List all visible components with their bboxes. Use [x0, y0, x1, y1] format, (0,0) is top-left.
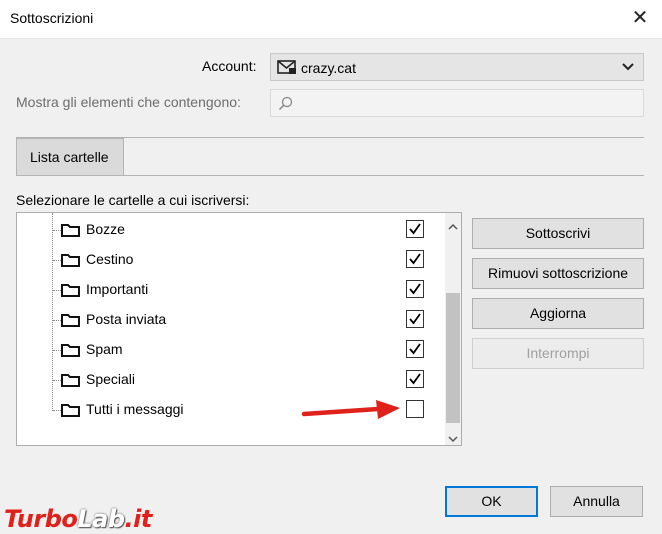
- folder-name: Speciali: [86, 371, 136, 387]
- title-bar: Sottoscrizioni ✕: [0, 0, 662, 38]
- subscribe-checkbox[interactable]: [406, 310, 424, 328]
- list-heading: Selezionare le cartelle a cui iscriversi…: [16, 192, 250, 208]
- folder-icon: [61, 342, 81, 361]
- vertical-scrollbar[interactable]: [445, 213, 461, 445]
- search-icon: [278, 96, 293, 111]
- scrollbar-thumb[interactable]: [446, 293, 460, 423]
- folder-name: Bozze: [86, 221, 125, 237]
- scroll-up-icon[interactable]: [448, 218, 458, 234]
- subscribe-checkbox[interactable]: [406, 250, 424, 268]
- subscribe-checkbox[interactable]: [406, 400, 424, 418]
- chevron-down-icon[interactable]: [621, 58, 635, 79]
- filter-label: Mostra gli elementi che contengono:: [16, 94, 241, 110]
- list-item[interactable]: Bozze: [17, 215, 441, 245]
- list-item[interactable]: Spam: [17, 335, 441, 365]
- folder-name: Spam: [86, 341, 123, 357]
- folder-icon: [61, 312, 81, 331]
- unsubscribe-button[interactable]: Rimuovi sottoscrizione: [472, 258, 644, 289]
- folder-name: Posta inviata: [86, 311, 167, 327]
- window-title: Sottoscrizioni: [10, 10, 94, 26]
- title-divider: [0, 38, 662, 39]
- folder-icon: [61, 402, 81, 421]
- scroll-down-icon[interactable]: [448, 430, 458, 445]
- refresh-button[interactable]: Aggiorna: [472, 298, 644, 329]
- list-item[interactable]: Importanti: [17, 275, 441, 305]
- folder-icon: [61, 252, 81, 271]
- mail-icon: [277, 59, 297, 78]
- folder-icon: [61, 372, 81, 391]
- search-input[interactable]: [270, 89, 644, 117]
- stop-button[interactable]: Interrompi: [472, 338, 644, 369]
- folder-icon: [61, 222, 81, 241]
- subscribe-button[interactable]: Sottoscrivi: [472, 218, 644, 249]
- list-item[interactable]: Posta inviata: [17, 305, 441, 335]
- folder-icon: [61, 282, 81, 301]
- account-label: Account:: [202, 58, 257, 74]
- account-value: crazy.cat: [301, 60, 356, 76]
- subscribe-checkbox[interactable]: [406, 340, 424, 358]
- tab-underline: [16, 175, 644, 176]
- subscribe-checkbox[interactable]: [406, 280, 424, 298]
- list-item[interactable]: Cestino: [17, 245, 441, 275]
- list-item[interactable]: Speciali: [17, 365, 441, 395]
- annotation-arrow-icon: [301, 400, 400, 419]
- tab-lista-cartelle[interactable]: Lista cartelle: [16, 138, 124, 175]
- close-icon[interactable]: ✕: [628, 6, 652, 30]
- folder-name: Importanti: [86, 281, 149, 297]
- cancel-button[interactable]: Annulla: [550, 486, 643, 517]
- subscribe-checkbox[interactable]: [406, 370, 424, 388]
- subscribe-checkbox[interactable]: [406, 220, 424, 238]
- account-dropdown[interactable]: crazy.cat: [270, 53, 644, 81]
- watermark-logo: TurboLab.it: [4, 505, 152, 533]
- tab-label: Lista cartelle: [30, 149, 109, 165]
- folder-name: Cestino: [86, 251, 134, 267]
- ok-button[interactable]: OK: [445, 486, 538, 517]
- folder-name: Tutti i messaggi: [86, 401, 184, 417]
